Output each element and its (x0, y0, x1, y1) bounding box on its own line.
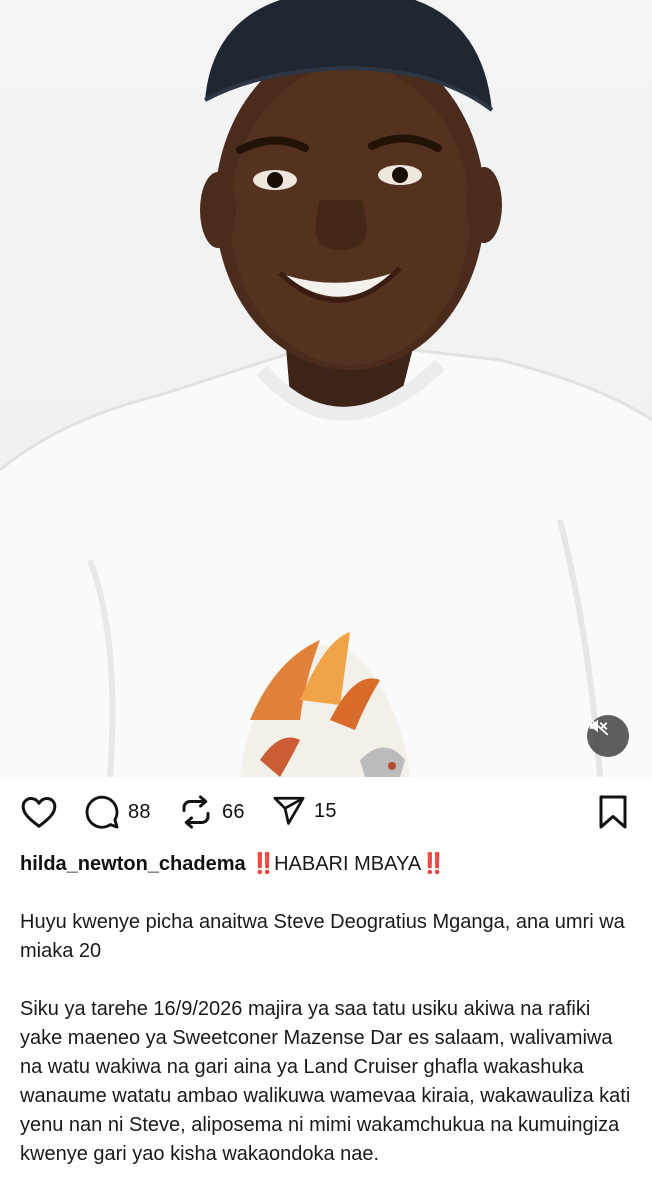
caption-paragraph-2: Siku ya tarehe 16/9/2026 majira ya saa t… (20, 998, 631, 1165)
alert-emoji-trailing: ‼️ (421, 853, 446, 875)
alert-emoji: ‼️ (251, 853, 276, 875)
share-count: 15 (314, 799, 337, 822)
post-photo[interactable] (0, 0, 652, 777)
person-photo (0, 0, 652, 777)
mute-button[interactable] (587, 715, 629, 757)
comment-bubble-icon (85, 795, 119, 829)
bookmark-icon (599, 795, 627, 829)
speaker-muted-icon (587, 716, 609, 736)
repost-count: 66 (222, 800, 245, 823)
comment-count: 88 (128, 800, 151, 823)
post-action-bar: 88 66 15 (0, 777, 652, 851)
share-button[interactable]: 15 (272, 794, 337, 828)
heart-icon (21, 797, 57, 828)
caption-paragraph-1: Huyu kwenye picha anaitwa Steve Deograti… (20, 911, 625, 962)
caption-headline: hilda_newton_chadema ‼️HABARI MBAYA‼️ (20, 850, 634, 879)
post-caption: hilda_newton_chadema ‼️HABARI MBAYA‼️ Hu… (20, 850, 634, 1198)
send-paper-plane-icon (273, 796, 305, 825)
caption-username[interactable]: hilda_newton_chadema (20, 853, 246, 875)
repost-button[interactable]: 66 (178, 794, 245, 830)
repost-icon (182, 795, 210, 829)
caption-title: HABARI MBAYA (274, 853, 422, 875)
comment-button[interactable]: 88 (84, 794, 151, 830)
save-button[interactable] (598, 794, 628, 830)
like-button[interactable] (20, 794, 66, 830)
